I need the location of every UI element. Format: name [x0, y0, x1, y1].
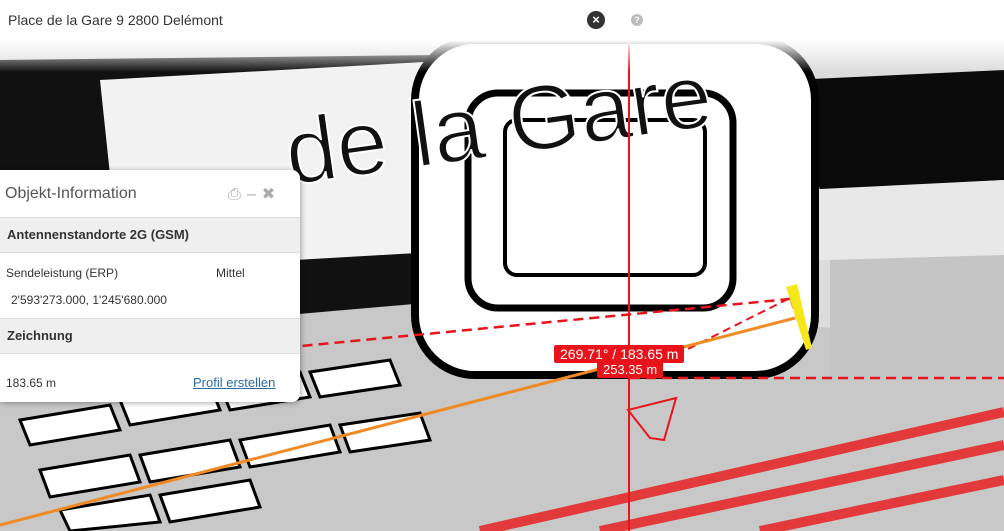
field-value-erp: Mittel — [216, 266, 245, 280]
search-box: × — [0, 0, 620, 41]
popup-title: Objekt-Information — [5, 185, 137, 202]
top-bar: × ? — [0, 0, 1004, 41]
object-info-popup: Objekt-Information ⎙ – ✖ Antennenstandorte… — [0, 170, 300, 402]
close-icon[interactable]: ✖ — [262, 184, 275, 204]
section-header-label: Zeichnung — [7, 328, 73, 343]
create-profile-link[interactable]: Profil erstellen — [193, 375, 275, 390]
building-block — [790, 70, 1004, 190]
field-value-coordinates: 2'593'273.000, 1'245'680.000 — [11, 293, 167, 307]
section-header-label: Antennenstandorte 2G (GSM) — [7, 227, 190, 242]
minimize-icon[interactable]: – — [247, 186, 256, 204]
drawing-distance: 183.65 m — [6, 376, 57, 390]
measure-secondary-label: 253.35 m — [597, 361, 664, 378]
times-circle-icon[interactable]: × — [587, 11, 605, 29]
popup-toolbar: ⎙ – ✖ — [228, 184, 281, 204]
section-header-antenna: Antennenstandorte 2G (GSM) — [0, 217, 300, 253]
print-icon[interactable]: ⎙ — [228, 186, 241, 204]
field-label-erp: Sendeleistung (ERP) — [6, 266, 119, 280]
search-input[interactable] — [0, 0, 578, 40]
section-header-drawing: Zeichnung — [0, 318, 300, 354]
question-circle-icon[interactable]: ? — [631, 14, 643, 26]
